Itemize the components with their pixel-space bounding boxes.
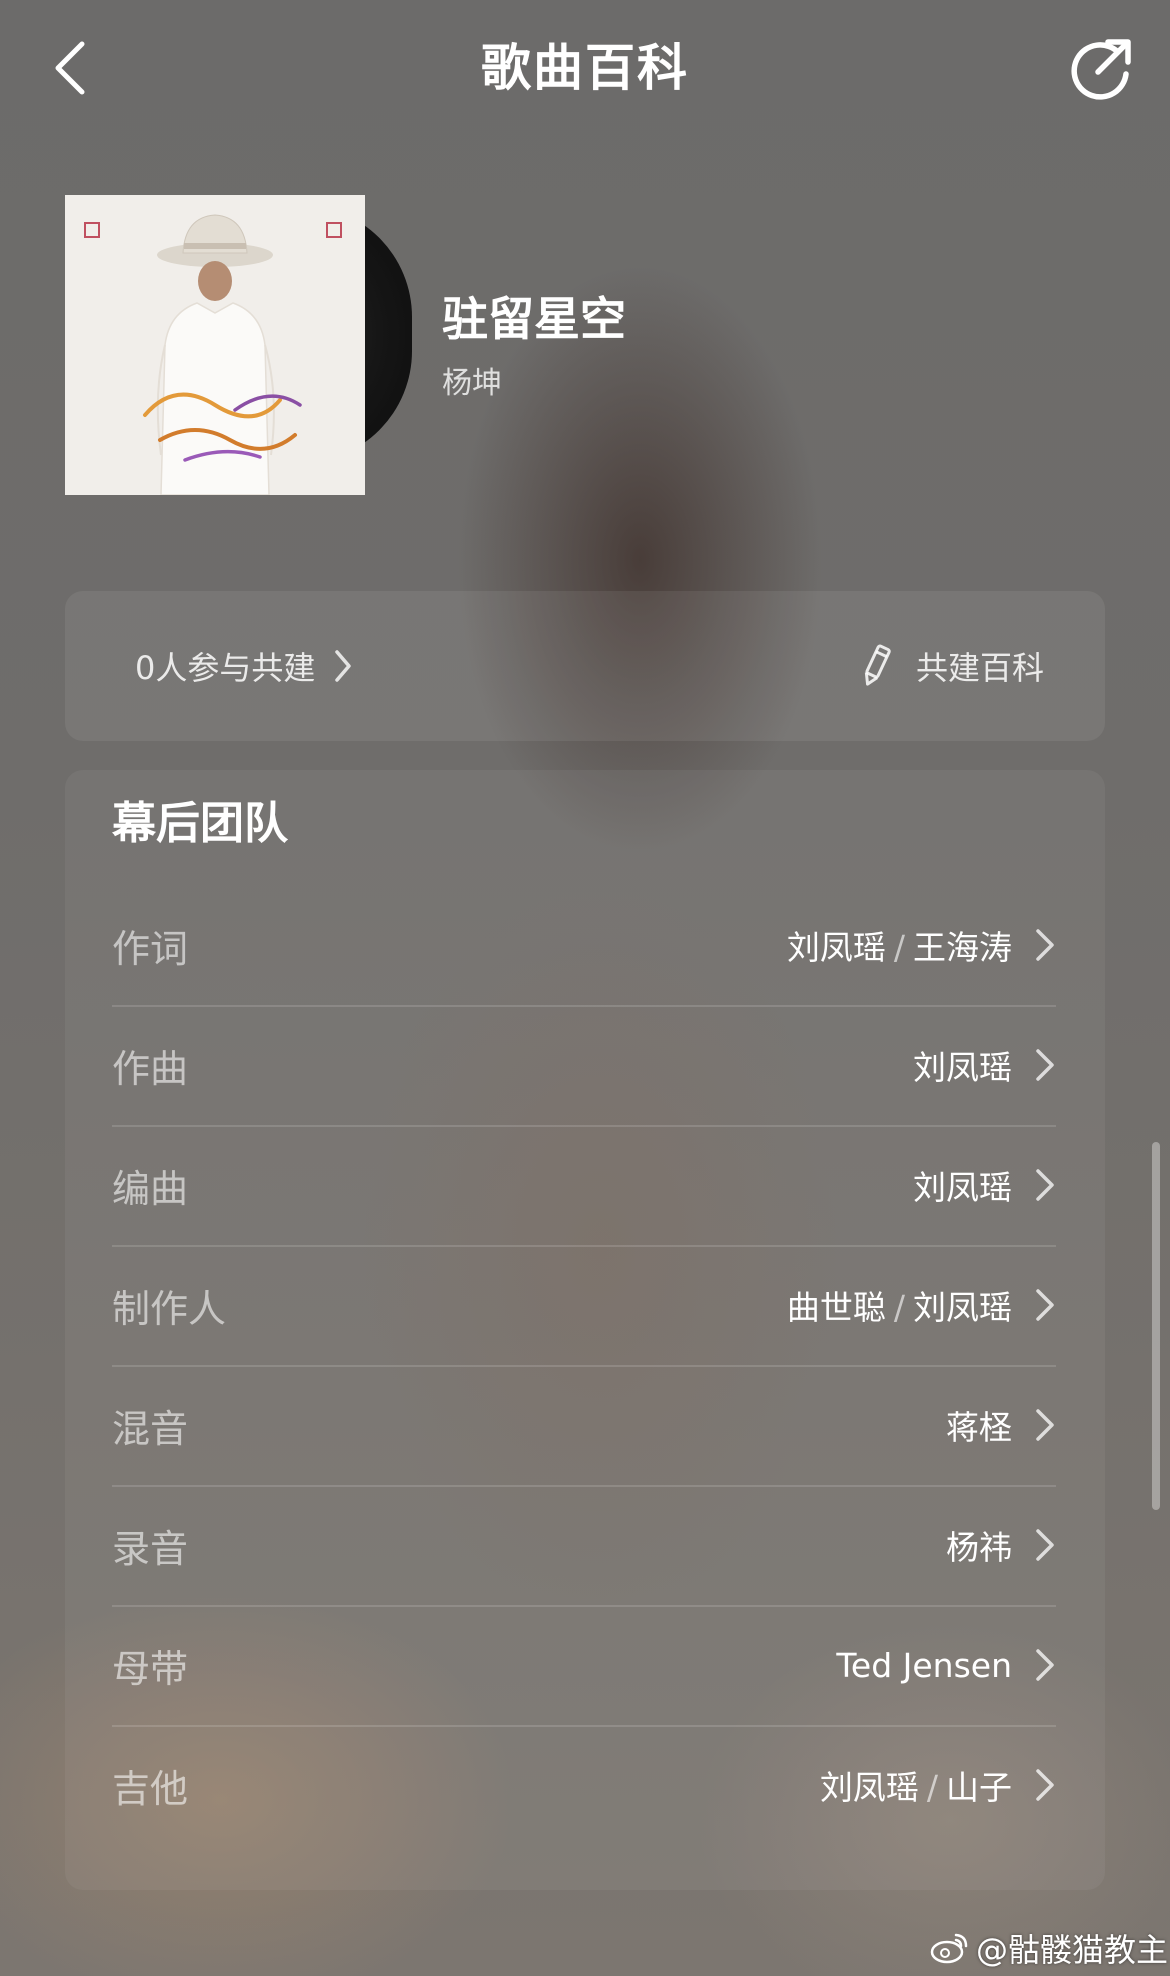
team-member-name[interactable]: 刘凤瑶	[787, 928, 886, 967]
team-member-name[interactable]: Ted Jensen	[836, 1646, 1012, 1685]
team-row-role: 编曲	[112, 1166, 189, 1211]
team-row-names: 刘凤瑶	[913, 1041, 1012, 1089]
name-separator: /	[926, 1768, 938, 1807]
cobuild-button[interactable]: 共建百科	[858, 640, 1044, 692]
cobuild-button-label: 共建百科	[916, 649, 1045, 687]
share-button[interactable]	[1068, 30, 1136, 106]
team-member-name[interactable]: 曲世聪	[787, 1288, 886, 1327]
team-row-names: 杨祎	[946, 1521, 1012, 1569]
team-member-name[interactable]: 王海涛	[913, 928, 1012, 967]
team-row[interactable]: 作曲 刘凤瑶	[112, 1005, 1056, 1127]
team-row[interactable]: 母带 Ted Jensen	[112, 1605, 1056, 1727]
weibo-icon	[930, 1933, 968, 1964]
team-row-role: 吉他	[112, 1766, 189, 1811]
song-title: 驻留星空	[442, 292, 626, 346]
name-separator: /	[893, 928, 905, 967]
team-row[interactable]: 录音 杨祎	[112, 1485, 1056, 1607]
team-row[interactable]: 作词 刘凤瑶 / 王海涛	[112, 885, 1056, 1007]
team-row[interactable]: 吉他 刘凤瑶 / 山子	[112, 1725, 1056, 1845]
scrollbar[interactable]	[1152, 1142, 1160, 1510]
chevron-right-icon	[1036, 1409, 1054, 1441]
chevron-right-icon	[1036, 1289, 1054, 1321]
watermark: @骷髅猫教主	[930, 1926, 1168, 1970]
team-row-names: Ted Jensen	[836, 1646, 1012, 1685]
team-row[interactable]: 制作人 曲世聪 / 刘凤瑶	[112, 1245, 1056, 1367]
page-title: 歌曲百科	[481, 39, 689, 97]
team-member-name[interactable]: 刘凤瑶	[820, 1768, 919, 1807]
team-row-names: 刘凤瑶 / 王海涛	[787, 921, 1012, 969]
team-row-names: 曲世聪 / 刘凤瑶	[787, 1281, 1012, 1329]
team-row-role: 混音	[112, 1406, 189, 1451]
chevron-right-icon	[1036, 1649, 1054, 1681]
team-row-names: 刘凤瑶 / 山子	[820, 1761, 1012, 1809]
team-section-title: 幕后团队	[112, 798, 288, 849]
team-row-names: 刘凤瑶	[913, 1161, 1012, 1209]
team-row-names: 蒋柽	[946, 1401, 1012, 1449]
pencil-icon	[864, 644, 891, 686]
team-member-name[interactable]: 山子	[946, 1768, 1012, 1807]
watermark-text: @骷髅猫教主	[976, 1931, 1169, 1969]
team-row-role: 作曲	[112, 1046, 189, 1091]
team-row[interactable]: 编曲 刘凤瑶	[112, 1125, 1056, 1247]
album-cover[interactable]	[65, 195, 365, 495]
team-member-name[interactable]: 刘凤瑶	[913, 1288, 1012, 1327]
chevron-right-icon	[1036, 929, 1054, 961]
chevron-right-icon	[1036, 1529, 1054, 1561]
song-artist[interactable]: 杨坤	[442, 358, 502, 402]
team-row-role: 制作人	[112, 1286, 227, 1331]
team-row-role: 作词	[112, 926, 189, 971]
participants-link[interactable]: 0人参与共建	[135, 640, 353, 692]
chevron-right-icon	[1036, 1169, 1054, 1201]
chevron-right-icon	[1036, 1049, 1054, 1081]
team-member-name[interactable]: 刘凤瑶	[913, 1048, 1012, 1087]
team-row[interactable]: 混音 蒋柽	[112, 1365, 1056, 1487]
chevron-right-icon	[1036, 1769, 1054, 1801]
team-row-role: 录音	[112, 1526, 189, 1571]
album-cover-art	[65, 195, 365, 495]
name-separator: /	[893, 1288, 905, 1327]
chevron-right-icon	[335, 650, 352, 682]
participants-label: 0人参与共建	[135, 649, 316, 687]
team-member-name[interactable]: 杨祎	[946, 1528, 1012, 1567]
team-member-name[interactable]: 刘凤瑶	[913, 1168, 1012, 1207]
share-icon	[1071, 39, 1131, 100]
team-row-role: 母带	[112, 1646, 189, 1691]
team-member-name[interactable]: 蒋柽	[946, 1408, 1012, 1447]
